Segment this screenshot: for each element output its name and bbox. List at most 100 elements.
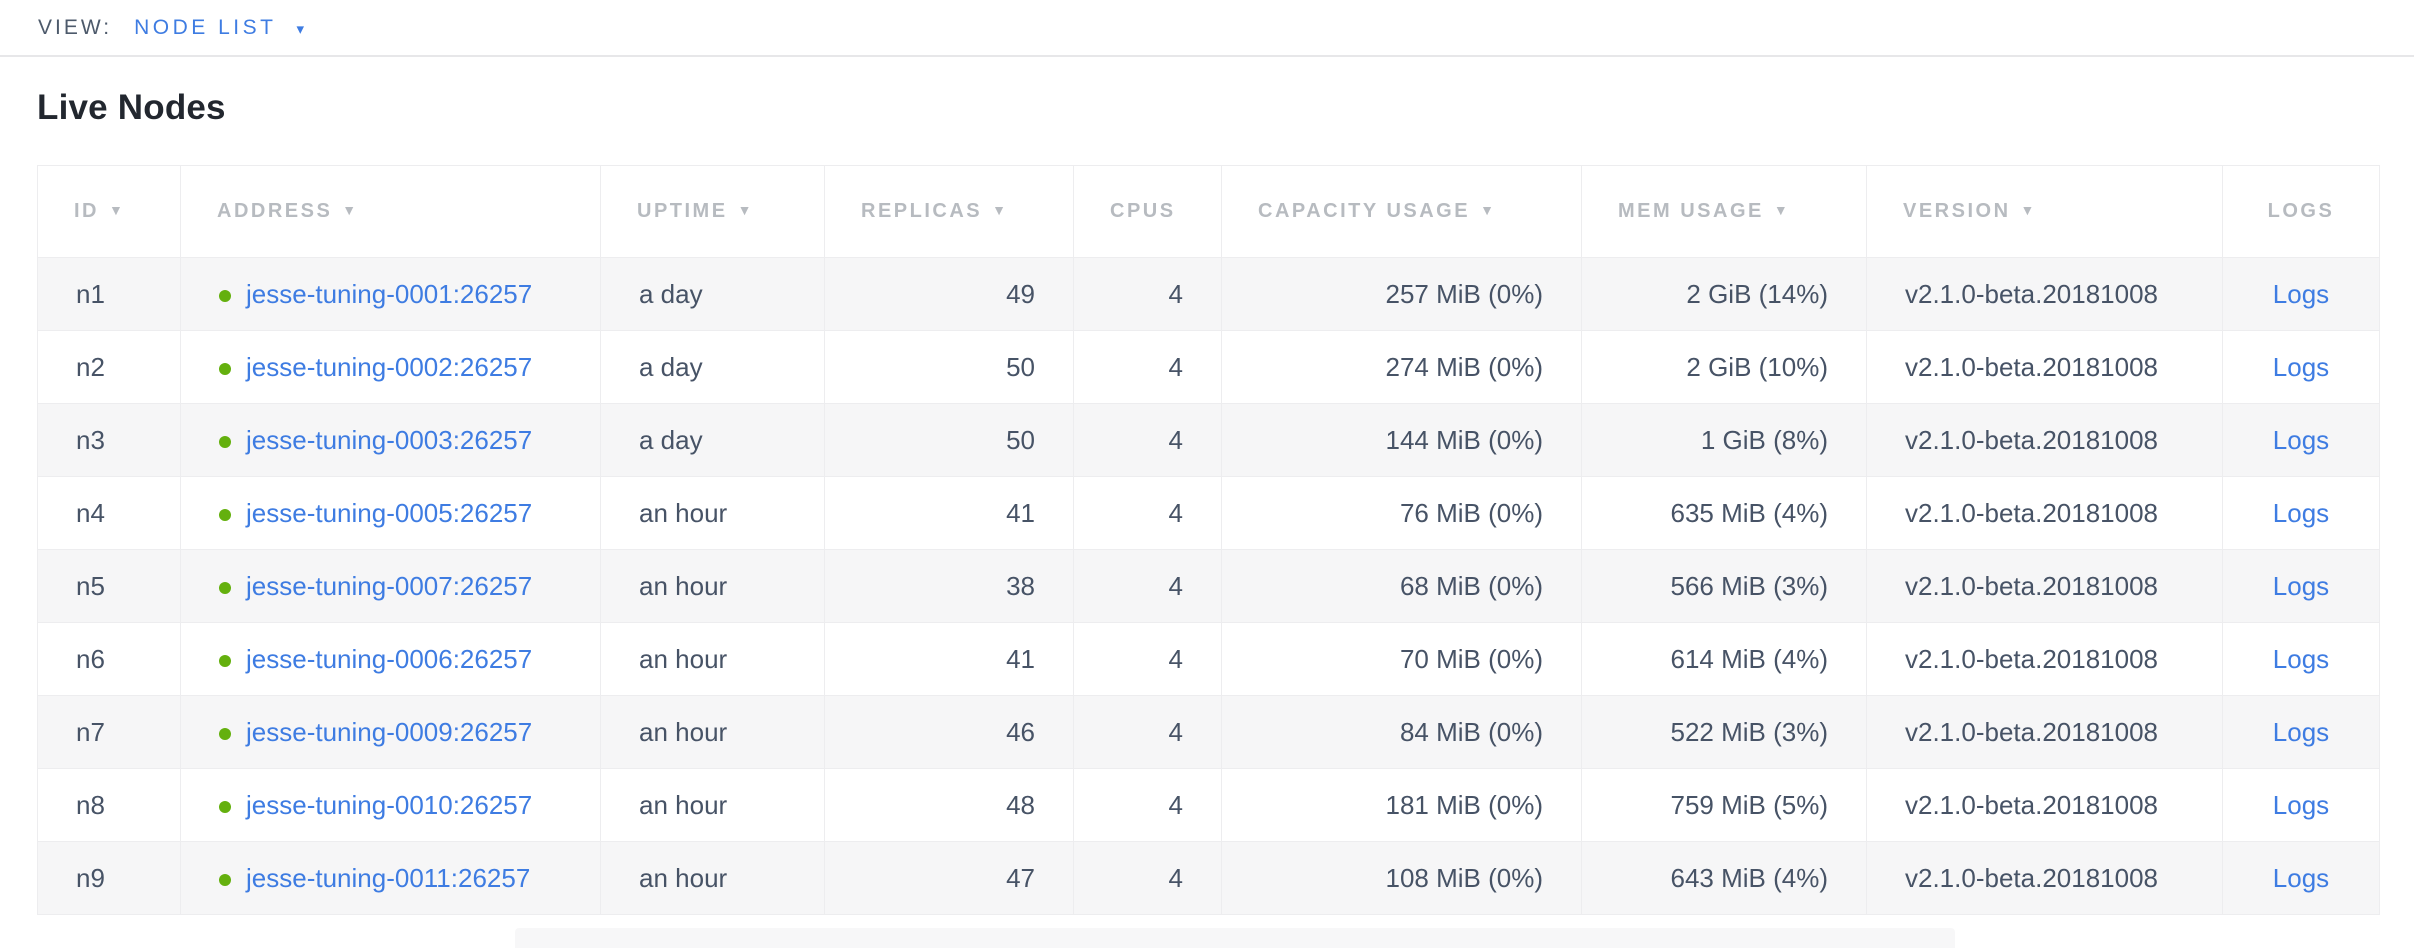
column-header-cpus: CPUS: [1074, 166, 1222, 258]
node-status-healthy-icon: [219, 582, 231, 594]
node-address-link[interactable]: jesse-tuning-0007:26257: [246, 571, 532, 601]
node-status-healthy-icon: [219, 509, 231, 521]
cell-cpus: 4: [1074, 331, 1222, 404]
node-status-healthy-icon: [219, 436, 231, 448]
node-address-link[interactable]: jesse-tuning-0001:26257: [246, 279, 532, 309]
node-logs-link[interactable]: Logs: [2273, 571, 2329, 601]
node-logs-link[interactable]: Logs: [2273, 644, 2329, 674]
cell-version: v2.1.0-beta.20181008: [1867, 696, 2223, 769]
cell-uptime: an hour: [601, 696, 825, 769]
node-address-link[interactable]: jesse-tuning-0002:26257: [246, 352, 532, 382]
cell-logs: Logs: [2223, 623, 2380, 696]
node-address-link[interactable]: jesse-tuning-0003:26257: [246, 425, 532, 455]
node-logs-link[interactable]: Logs: [2273, 717, 2329, 747]
node-status-healthy-icon: [219, 655, 231, 667]
cell-capacity: 68 MiB (0%): [1222, 550, 1582, 623]
sort-desc-icon: ▼: [1480, 202, 1496, 218]
cell-cpus: 4: [1074, 769, 1222, 842]
cell-version: v2.1.0-beta.20181008: [1867, 769, 2223, 842]
cell-capacity: 108 MiB (0%): [1222, 842, 1582, 915]
table-header-row: ID▼ADDRESS▼UPTIME▼REPLICAS▼CPUSCAPACITY …: [38, 166, 2380, 258]
cell-uptime: an hour: [601, 477, 825, 550]
table-row: n8jesse-tuning-0010:26257an hour484181 M…: [38, 769, 2380, 842]
column-header-replicas[interactable]: REPLICAS▼: [825, 166, 1074, 258]
node-logs-link[interactable]: Logs: [2273, 352, 2329, 382]
cell-cpus: 4: [1074, 550, 1222, 623]
cell-cpus: 4: [1074, 477, 1222, 550]
table-row: n9jesse-tuning-0011:26257an hour474108 M…: [38, 842, 2380, 915]
table-row: n3 jesse-tuning-0003:26257 a day504144 MiB…: [38, 404, 2380, 477]
cell-id: n7: [38, 696, 181, 769]
node-address-link[interactable]: jesse-tuning-0011:26257: [246, 863, 530, 893]
cell-address: jesse-tuning-0010:26257: [181, 769, 601, 842]
cell-capacity: 181 MiB (0%): [1222, 769, 1582, 842]
node-address-link[interactable]: jesse-tuning-0010:26257: [246, 790, 532, 820]
column-header-capacity[interactable]: CAPACITY USAGE ▼: [1222, 166, 1582, 258]
cell-logs: Logs: [2223, 550, 2380, 623]
cell-replicas: 41: [825, 623, 1074, 696]
chevron-down-icon: ▾: [296, 20, 304, 38]
table-row: n5jesse-tuning-0007:26257an hour38468 Mi…: [38, 550, 2380, 623]
cell-replicas: 48: [825, 769, 1074, 842]
cell-cpus: 4: [1074, 623, 1222, 696]
cell-id: n3: [38, 404, 181, 477]
cell-logs: Logs: [2223, 696, 2380, 769]
main-content: Live Nodes ID▼ADDRESS▼UPTIME▼REPLICAS▼CP…: [0, 88, 2414, 915]
view-selector[interactable]: NODE LIST ▾: [134, 16, 304, 40]
cell-id: n1: [38, 258, 181, 331]
cell-uptime: a day: [601, 404, 825, 477]
column-header-mem[interactable]: MEM USAGE▼: [1582, 166, 1867, 258]
cell-logs: Logs: [2223, 769, 2380, 842]
cell-address: jesse-tuning-0003:26257: [181, 404, 601, 477]
table-row: n6jesse-tuning-0006:26257an hour41470 Mi…: [38, 623, 2380, 696]
column-header-id[interactable]: ID▼: [38, 166, 181, 258]
table-row: n1jesse-tuning-0001:26257a day494257 MiB…: [38, 258, 2380, 331]
node-address-link[interactable]: jesse-tuning-0006:26257: [246, 644, 532, 674]
node-logs-link[interactable]: Logs: [2273, 425, 2329, 455]
column-header-label: CAPACITY USAGE: [1258, 200, 1470, 222]
cell-capacity: 144 MiB (0%): [1222, 404, 1582, 477]
cell-capacity: 76 MiB (0%): [1222, 477, 1582, 550]
column-header-label: VERSION: [1903, 200, 2011, 222]
cell-mem: 614 MiB (4%): [1582, 623, 1867, 696]
column-header-version[interactable]: VERSION▼: [1867, 166, 2223, 258]
cell-version: v2.1.0-beta.20181008: [1867, 404, 2223, 477]
node-status-healthy-icon: [219, 728, 231, 740]
column-header-logs: LOGS: [2223, 166, 2380, 258]
node-address-link[interactable]: jesse-tuning-0005:26257: [246, 498, 532, 528]
sort-desc-icon: ▼: [738, 202, 754, 218]
cell-capacity: 70 MiB (0%): [1222, 623, 1582, 696]
cell-id: n9: [38, 842, 181, 915]
cell-replicas: 50: [825, 331, 1074, 404]
node-logs-link[interactable]: Logs: [2273, 498, 2329, 528]
column-header-label: REPLICAS: [861, 200, 982, 222]
column-header-label: MEM USAGE: [1618, 200, 1764, 222]
cell-cpus: 4: [1074, 404, 1222, 477]
cell-logs: Logs: [2223, 331, 2380, 404]
cell-version: v2.1.0-beta.20181008: [1867, 331, 2223, 404]
cell-address: jesse-tuning-0006:26257: [181, 623, 601, 696]
node-status-healthy-icon: [219, 801, 231, 813]
cell-mem: 522 MiB (3%): [1582, 696, 1867, 769]
view-bar: VIEW: NODE LIST ▾: [0, 0, 2414, 57]
cell-mem: 759 MiB (5%): [1582, 769, 1867, 842]
column-header-label: UPTIME: [637, 200, 728, 222]
cell-logs: Logs: [2223, 477, 2380, 550]
column-header-uptime[interactable]: UPTIME ▼: [601, 166, 825, 258]
cell-mem: 635 MiB (4%): [1582, 477, 1867, 550]
table-row: n4jesse-tuning-0005:26257an hour41476 Mi…: [38, 477, 2380, 550]
cell-id: n6: [38, 623, 181, 696]
cell-version: v2.1.0-beta.20181008: [1867, 550, 2223, 623]
node-logs-link[interactable]: Logs: [2273, 790, 2329, 820]
node-address-link[interactable]: jesse-tuning-0009:26257: [246, 717, 532, 747]
table-row: n2jesse-tuning-0002:26257a day504274 MiB…: [38, 331, 2380, 404]
cell-cpus: 4: [1074, 842, 1222, 915]
column-header-label: LOGS: [2268, 200, 2335, 222]
cell-capacity: 274 MiB (0%): [1222, 331, 1582, 404]
cell-replicas: 50: [825, 404, 1074, 477]
node-status-healthy-icon: [219, 363, 231, 375]
node-logs-link[interactable]: Logs: [2273, 279, 2329, 309]
column-header-address[interactable]: ADDRESS▼: [181, 166, 601, 258]
cell-replicas: 41: [825, 477, 1074, 550]
node-logs-link[interactable]: Logs: [2273, 863, 2329, 893]
